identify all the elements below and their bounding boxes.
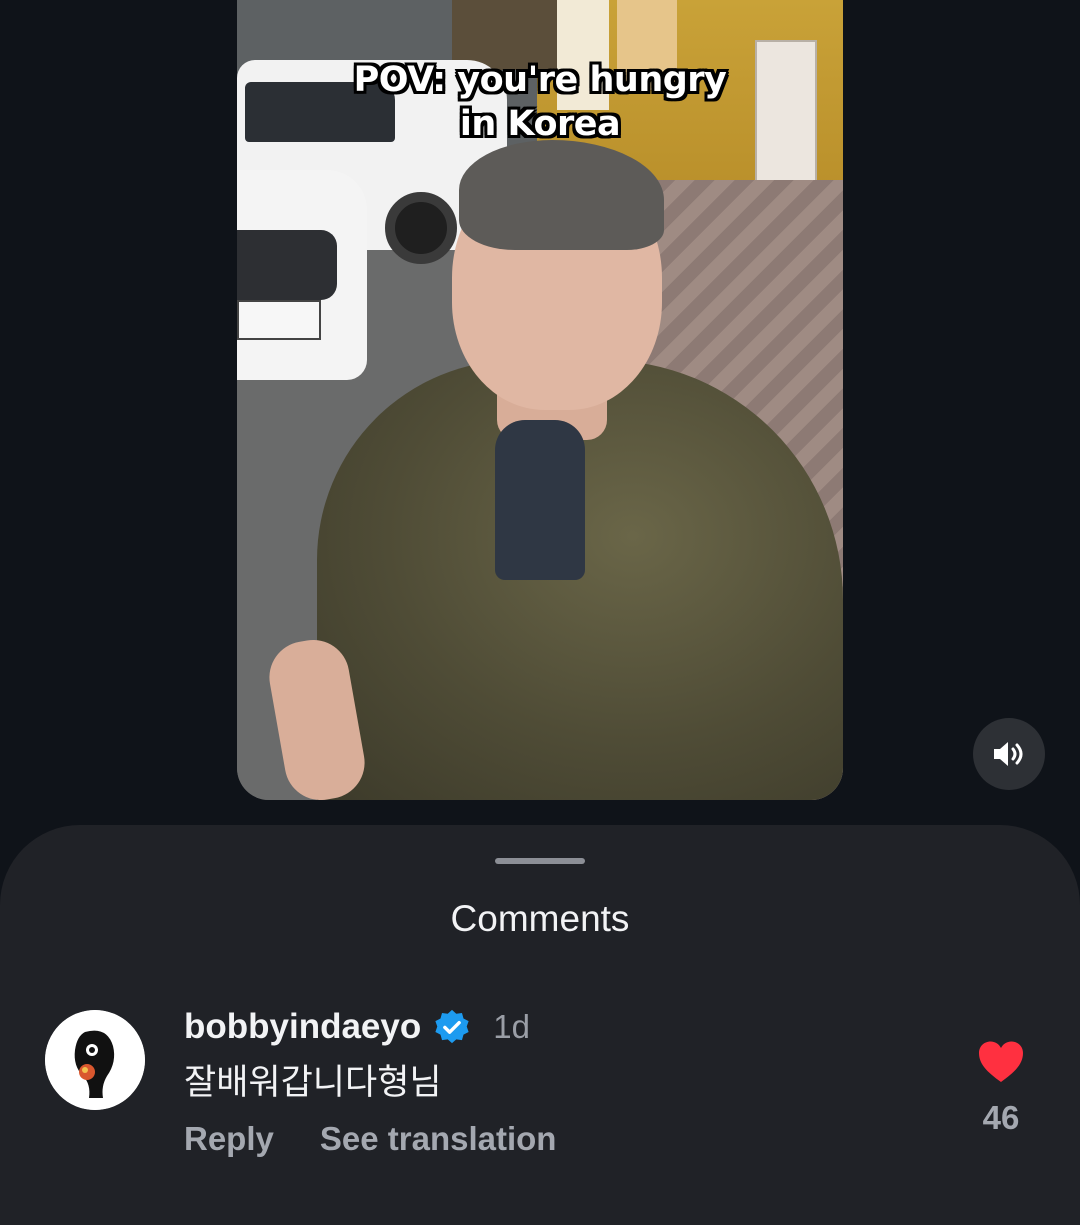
comment-header: bobbyindaeyo 1d <box>184 1005 530 1049</box>
reply-button[interactable]: Reply <box>184 1117 274 1161</box>
heart-icon[interactable] <box>977 1040 1025 1084</box>
like-count: 46 <box>982 1099 1020 1136</box>
scene-car-grille <box>237 230 337 300</box>
comment-item: bobbyindaeyo 1d 잘배워갑니다형님 Reply See trans… <box>0 1005 1080 1185</box>
comments-title: Comments <box>450 898 630 939</box>
comment-text: 잘배워갑니다형님 <box>184 1063 442 1103</box>
avatar-image <box>45 1010 145 1110</box>
comment-timestamp: 1d <box>493 1008 530 1045</box>
scene-van-wheel <box>385 192 457 264</box>
video-caption: POV: you're hungry in Korea <box>237 58 843 146</box>
comments-sheet: Comments bobbyindaeyo 1d 잘배워갑니다형님 Reply <box>0 825 1080 1225</box>
video-player[interactable]: POV: you're hungry in Korea <box>237 0 843 800</box>
avatar[interactable] <box>45 1010 145 1110</box>
comment-username[interactable]: bobbyindaeyo <box>184 1005 421 1049</box>
sound-toggle-button[interactable] <box>973 718 1045 790</box>
video-caption-line: in Korea <box>459 104 621 144</box>
scene-license-plate <box>237 300 321 340</box>
video-caption-line: POV: you're hungry <box>353 60 727 100</box>
verified-badge-icon <box>435 1009 469 1044</box>
comment-like: 46 <box>970 1040 1032 1138</box>
sheet-drag-handle[interactable] <box>495 858 585 864</box>
scene-person-shirt <box>495 420 585 580</box>
comment-actions: Reply See translation <box>184 1117 556 1161</box>
speaker-icon <box>994 742 1023 766</box>
see-translation-button[interactable]: See translation <box>320 1117 557 1161</box>
